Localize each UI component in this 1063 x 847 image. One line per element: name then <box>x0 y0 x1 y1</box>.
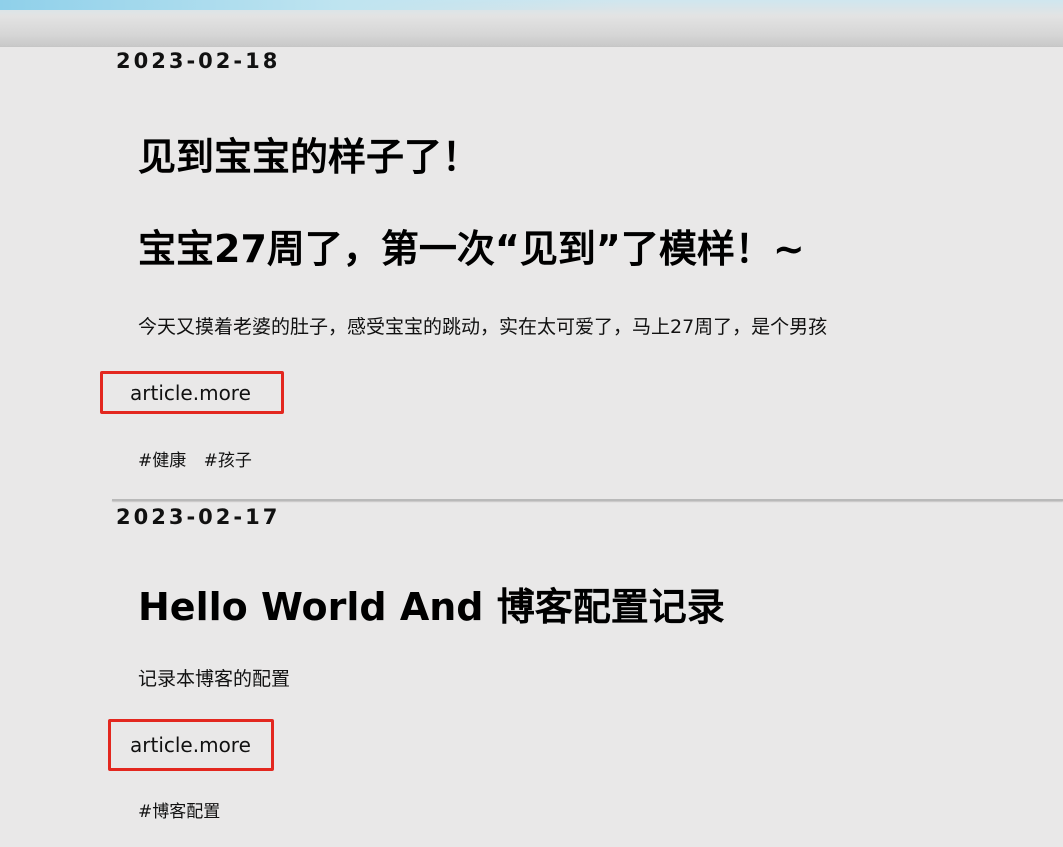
post-title[interactable]: 见到宝宝的样子了！ <box>138 126 480 181</box>
tag-list: #健康 #孩子 <box>138 446 264 471</box>
post-subtitle: 宝宝27周了，第一次“见到”了模样！~ <box>138 227 805 271</box>
post-summary: 今天又摸着老婆的肚子，感受宝宝的跳动，实在太可爱了，马上27周了，是个男孩 <box>138 316 828 338</box>
top-banner <box>0 0 1063 47</box>
tag-link[interactable]: #博客配置 <box>138 802 220 822</box>
tag-link[interactable]: #孩子 <box>204 451 252 471</box>
post-date: 2023-02-17 <box>116 505 281 529</box>
post-title[interactable]: Hello World And 博客配置记录 <box>138 576 725 631</box>
tag-list: #博客配置 <box>138 797 232 822</box>
post-divider <box>112 499 1063 501</box>
read-more-link[interactable]: article.more <box>130 381 251 405</box>
tag-link[interactable]: #健康 <box>138 451 186 471</box>
read-more-link[interactable]: article.more <box>130 733 251 757</box>
post-date: 2023-02-18 <box>116 49 281 73</box>
post-summary: 记录本博客的配置 <box>138 668 291 690</box>
